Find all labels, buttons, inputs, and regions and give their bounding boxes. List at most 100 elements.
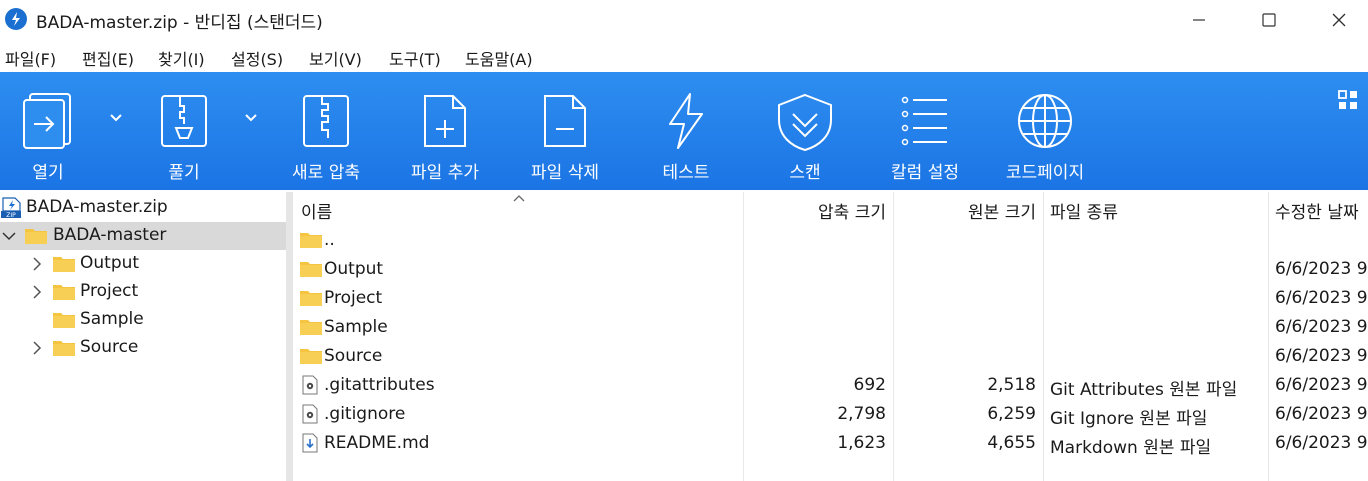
tree-item-source[interactable]: Source <box>0 334 286 362</box>
bandizip-app-icon <box>5 8 27 30</box>
folder-icon <box>300 233 322 248</box>
menu-bar: 파일(F) 편집(E) 찾기(I) 설정(S) 보기(V) 도구(T) 도움말(… <box>0 40 1368 72</box>
tree-root[interactable]: ZIP BADA-master.zip <box>0 194 286 222</box>
minimize-button[interactable] <box>1176 0 1222 40</box>
tree-item-label: BADA-master <box>53 225 167 245</box>
file-name: Project <box>324 288 383 308</box>
file-type: Git Attributes 원본 파일 <box>1050 380 1238 400</box>
modified-date: 6/6/2023 9: <box>1275 288 1368 308</box>
menu-help[interactable]: 도움말(A) <box>465 46 533 70</box>
table-row[interactable]: Sample 6/6/2023 9: <box>293 313 1368 342</box>
extract-label: 풀기 <box>168 163 200 183</box>
column-header-modified[interactable]: 수정한 날짜 <box>1275 198 1359 223</box>
file-name: Output <box>324 259 384 279</box>
tree-item-label: Output <box>80 253 140 273</box>
chevron-down-icon[interactable] <box>2 231 16 241</box>
file-name: .gitattributes <box>324 375 435 395</box>
window-title: BADA-master.zip - 반디집 (스탠더드) <box>36 13 323 33</box>
sort-ascending-icon <box>513 195 525 202</box>
table-row[interactable]: Output 6/6/2023 9: <box>293 255 1368 284</box>
delete-file-label: 파일 삭제 <box>531 163 599 183</box>
add-file-button[interactable]: 파일 추가 <box>395 72 495 190</box>
close-button[interactable] <box>1316 0 1362 40</box>
settings-file-icon <box>302 404 318 424</box>
menu-settings[interactable]: 설정(S) <box>231 46 283 70</box>
tree-item-sample[interactable]: Sample <box>0 306 286 334</box>
toolbar: 열기 풀기 새로 압축 파일 추가 파일 삭제 테스트 스캔 칼럼 설정 코드페… <box>0 72 1368 190</box>
table-row[interactable]: .. <box>293 226 1368 255</box>
table-row[interactable]: README.md 1,623 4,655 Markdown 원본 파일 6/6/202… <box>293 429 1368 458</box>
new-archive-button[interactable]: 새로 압축 <box>276 72 376 190</box>
modified-date: 6/6/2023 9: <box>1275 259 1368 279</box>
globe-icon <box>1018 94 1072 148</box>
list-header: 이름 압축 크기 원본 크기 파일 종류 수정한 날짜 <box>293 192 1368 226</box>
table-row[interactable]: .gitattributes 692 2,518 Git Attributes 원본 … <box>293 371 1368 400</box>
column-header-file-type[interactable]: 파일 종류 <box>1050 198 1118 223</box>
tree-item-project[interactable]: Project <box>0 278 286 306</box>
tree-item-output[interactable]: Output <box>0 250 286 278</box>
folder-icon <box>25 229 47 244</box>
column-settings-button[interactable]: 칼럼 설정 <box>875 72 975 190</box>
column-header-name[interactable]: 이름 <box>301 198 332 223</box>
shield-icon <box>778 93 832 152</box>
maximize-button[interactable] <box>1246 0 1292 40</box>
tree-item-bada-master[interactable]: BADA-master <box>0 222 286 250</box>
column-header-original-size[interactable]: 원본 크기 <box>968 198 1036 223</box>
menu-file[interactable]: 파일(F) <box>5 46 56 70</box>
extract-button[interactable]: 풀기 <box>136 72 232 190</box>
folder-tree: ZIP BADA-master.zip BADA-master Output P… <box>0 192 286 481</box>
test-button[interactable]: 테스트 <box>636 72 736 190</box>
menu-find[interactable]: 찾기(I) <box>158 46 205 70</box>
list-icon <box>901 96 947 146</box>
chevron-right-icon[interactable] <box>32 257 42 271</box>
chevron-right-icon[interactable] <box>32 341 42 355</box>
folder-icon <box>53 341 75 356</box>
tree-item-label: Sample <box>80 309 144 329</box>
lightning-icon <box>669 93 703 149</box>
layout-grid-icon[interactable] <box>1338 90 1358 110</box>
panel-splitter[interactable] <box>286 192 293 481</box>
file-list: 이름 압축 크기 원본 크기 파일 종류 수정한 날짜 .. Output 6/6/… <box>293 192 1368 481</box>
packed-size: 692 <box>853 375 886 395</box>
table-row[interactable]: .gitignore 2,798 6,259 Git Ignore 원본 파일 6/6/… <box>293 400 1368 429</box>
packed-size: 2,798 <box>837 404 886 424</box>
menu-edit[interactable]: 편집(E) <box>82 46 134 70</box>
column-settings-label: 칼럼 설정 <box>891 163 959 183</box>
file-name: .gitignore <box>324 404 406 424</box>
extract-icon <box>161 95 207 147</box>
modified-date: 6/6/2023 9: <box>1275 346 1368 366</box>
title-bar: BADA-master.zip - 반디집 (스탠더드) <box>0 0 1368 40</box>
add-file-icon <box>424 95 466 147</box>
open-archive-icon <box>23 93 71 149</box>
menu-tools[interactable]: 도구(T) <box>389 46 441 70</box>
new-archive-icon <box>303 95 349 147</box>
folder-icon <box>300 291 322 306</box>
folder-icon <box>300 262 322 277</box>
chevron-right-icon[interactable] <box>32 285 42 299</box>
file-name: Source <box>324 346 383 366</box>
svg-text:ZIP: ZIP <box>6 212 16 219</box>
scan-button[interactable]: 스캔 <box>755 72 855 190</box>
open-button[interactable]: 열기 <box>0 72 96 190</box>
tree-item-label: Project <box>80 281 139 301</box>
folder-icon <box>300 349 322 364</box>
new-archive-label: 새로 압축 <box>292 163 360 183</box>
extract-dropdown-icon[interactable] <box>243 112 259 124</box>
file-name: Sample <box>324 317 388 337</box>
menu-view[interactable]: 보기(V) <box>309 46 362 70</box>
file-name: .. <box>324 230 335 250</box>
modified-date: 6/6/2023 9: <box>1275 375 1368 395</box>
open-dropdown-icon[interactable] <box>108 112 124 124</box>
table-row[interactable]: Source 6/6/2023 9: <box>293 342 1368 371</box>
table-row[interactable]: Project 6/6/2023 9: <box>293 284 1368 313</box>
minimize-icon <box>1193 19 1205 21</box>
column-header-packed-size[interactable]: 압축 크기 <box>818 198 886 223</box>
modified-date: 6/6/2023 9: <box>1275 404 1368 424</box>
zip-archive-icon: ZIP <box>1 197 21 219</box>
folder-icon <box>53 257 75 272</box>
delete-file-button[interactable]: 파일 삭제 <box>515 72 615 190</box>
open-label: 열기 <box>32 163 64 183</box>
folder-icon <box>53 313 75 328</box>
delete-file-icon <box>544 95 586 147</box>
codepage-button[interactable]: 코드페이지 <box>995 72 1095 190</box>
